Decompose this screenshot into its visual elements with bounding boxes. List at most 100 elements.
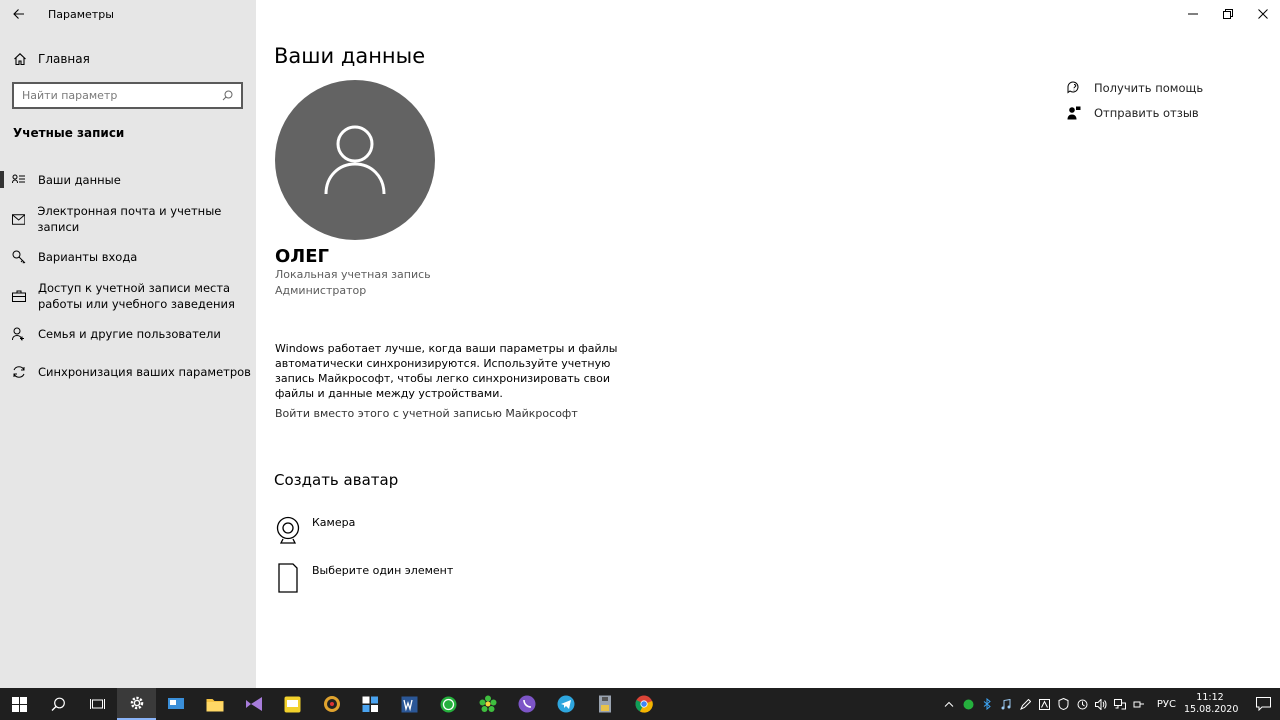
tray-bluetooth[interactable] — [978, 688, 997, 720]
person-card-icon — [12, 174, 25, 184]
sidebar-item-sync[interactable]: Синхронизация ваших параметров — [0, 363, 256, 381]
back-arrow-icon — [13, 9, 24, 19]
key-icon — [12, 250, 26, 264]
sync-description: Windows работает лучше, когда ваши парам… — [275, 342, 618, 400]
taskbar-file-explorer[interactable] — [195, 688, 234, 720]
whatsapp-icon — [440, 696, 457, 712]
taskbar-chrome[interactable] — [624, 688, 663, 720]
restore-button[interactable] — [1210, 0, 1245, 28]
taskbar-telegram[interactable] — [546, 688, 585, 720]
account-type: Локальная учетная запись — [275, 268, 431, 281]
restore-icon — [1222, 9, 1233, 19]
sidebar-item-your-info[interactable]: Ваши данные — [0, 171, 256, 189]
close-icon — [1257, 9, 1268, 19]
windows-logo-icon — [12, 696, 27, 712]
taskbar: РУС 11:12 15.08.2020 — [0, 688, 1280, 720]
help-chat-icon — [1067, 81, 1079, 94]
get-help-link[interactable]: Получить помощь — [1067, 81, 1203, 95]
tray-network-app[interactable] — [1035, 688, 1054, 720]
camera-icon — [276, 516, 300, 544]
chrome-icon — [635, 695, 653, 713]
system-tray: РУС 11:12 15.08.2020 — [940, 688, 1280, 720]
tray-vpn[interactable] — [1054, 688, 1073, 720]
taskbar-search-icon — [51, 697, 65, 711]
update-circle-icon — [1077, 699, 1088, 709]
taskbar-visual-studio[interactable] — [234, 688, 273, 720]
sidebar-item-label: Семья и другие пользователи — [38, 327, 221, 341]
window-controls — [1175, 0, 1280, 28]
tray-network[interactable] — [1111, 688, 1130, 720]
avatar — [275, 80, 435, 240]
taskbar-sticky-app[interactable] — [273, 688, 312, 720]
sidebar-item-sign-in[interactable]: Варианты входа — [0, 248, 256, 266]
taskbar-archive-app[interactable] — [585, 688, 624, 720]
viber-icon — [518, 695, 535, 713]
taskbar-viber[interactable] — [507, 688, 546, 720]
camera-option[interactable]: Камера — [274, 515, 355, 545]
account-role: Администратор — [275, 284, 367, 297]
notification-icon — [1255, 697, 1271, 711]
taskbar-grid-app[interactable] — [351, 688, 390, 720]
home-label: Главная — [38, 52, 90, 66]
minimize-button[interactable] — [1175, 0, 1210, 28]
task-view-icon — [90, 698, 105, 709]
search-box[interactable] — [12, 82, 243, 109]
people-icon — [12, 327, 24, 341]
taskbar-media-app[interactable] — [312, 688, 351, 720]
choose-item-label: Выберите один элемент — [312, 564, 454, 577]
whatsapp-tray-icon — [963, 699, 974, 709]
feedback-link[interactable]: Отправить отзыв — [1067, 106, 1199, 120]
home-icon — [14, 53, 26, 66]
ethernet-icon — [1114, 698, 1127, 709]
file-icon — [278, 563, 298, 593]
section-title: Учетные записи — [13, 126, 125, 140]
flower-icon — [479, 695, 496, 712]
pen-icon — [1019, 698, 1031, 710]
sidebar-item-label: Варианты входа — [38, 250, 138, 264]
search-input[interactable] — [22, 89, 222, 102]
notification-center-button[interactable] — [1246, 688, 1280, 720]
taskbar-app-explorer-panel[interactable] — [156, 688, 195, 720]
taskbar-icq[interactable] — [468, 688, 507, 720]
close-button[interactable] — [1245, 0, 1280, 28]
start-button[interactable] — [0, 688, 39, 720]
plug-icon — [1133, 701, 1145, 707]
tray-pen[interactable] — [1016, 688, 1035, 720]
sidebar-item-email[interactable]: Электронная почта и учетные записи — [0, 204, 256, 234]
sidebar-item-label: Электронная почта и учетные записи — [37, 204, 222, 234]
tray-expand-button[interactable] — [940, 688, 959, 720]
chevron-up-icon — [945, 701, 954, 707]
archive-icon — [598, 695, 611, 713]
user-name: ОЛЕГ — [275, 246, 330, 267]
feedback-person-icon — [1067, 106, 1081, 120]
taskbar-settings-app[interactable] — [117, 688, 156, 720]
network-app-icon — [1038, 698, 1050, 710]
speaker-icon — [1095, 698, 1107, 710]
tray-power[interactable] — [1130, 688, 1149, 720]
taskbar-word[interactable] — [390, 688, 429, 720]
search-button[interactable] — [39, 688, 78, 720]
choose-item-option[interactable]: Выберите один элемент — [274, 563, 453, 593]
back-button[interactable] — [0, 0, 38, 28]
tray-update[interactable] — [1073, 688, 1092, 720]
tray-whatsapp[interactable] — [959, 688, 978, 720]
task-view-button[interactable] — [78, 688, 117, 720]
music-note-icon — [1001, 698, 1011, 709]
visual-studio-icon — [245, 697, 262, 711]
sidebar-item-family[interactable]: Семья и другие пользователи — [0, 325, 256, 343]
user-silhouette-icon — [324, 125, 386, 195]
microsoft-signin-link[interactable]: Войти вместо этого с учетной записью Май… — [275, 407, 578, 420]
search-icon — [222, 90, 233, 101]
home-nav-item[interactable]: Главная — [0, 46, 256, 72]
bluetooth-icon — [983, 698, 991, 710]
sidebar-item-work-access[interactable]: Доступ к учетной записи места работы или… — [0, 279, 256, 313]
clock[interactable]: 11:12 15.08.2020 — [1184, 692, 1238, 716]
language-indicator[interactable]: РУС — [1157, 699, 1176, 710]
tray-music[interactable] — [997, 688, 1016, 720]
sync-icon — [13, 366, 25, 378]
briefcase-icon — [12, 290, 26, 302]
tray-volume[interactable] — [1092, 688, 1111, 720]
shield-check-icon — [1058, 698, 1069, 710]
taskbar-whatsapp[interactable] — [429, 688, 468, 720]
grid-app-icon — [362, 696, 378, 712]
